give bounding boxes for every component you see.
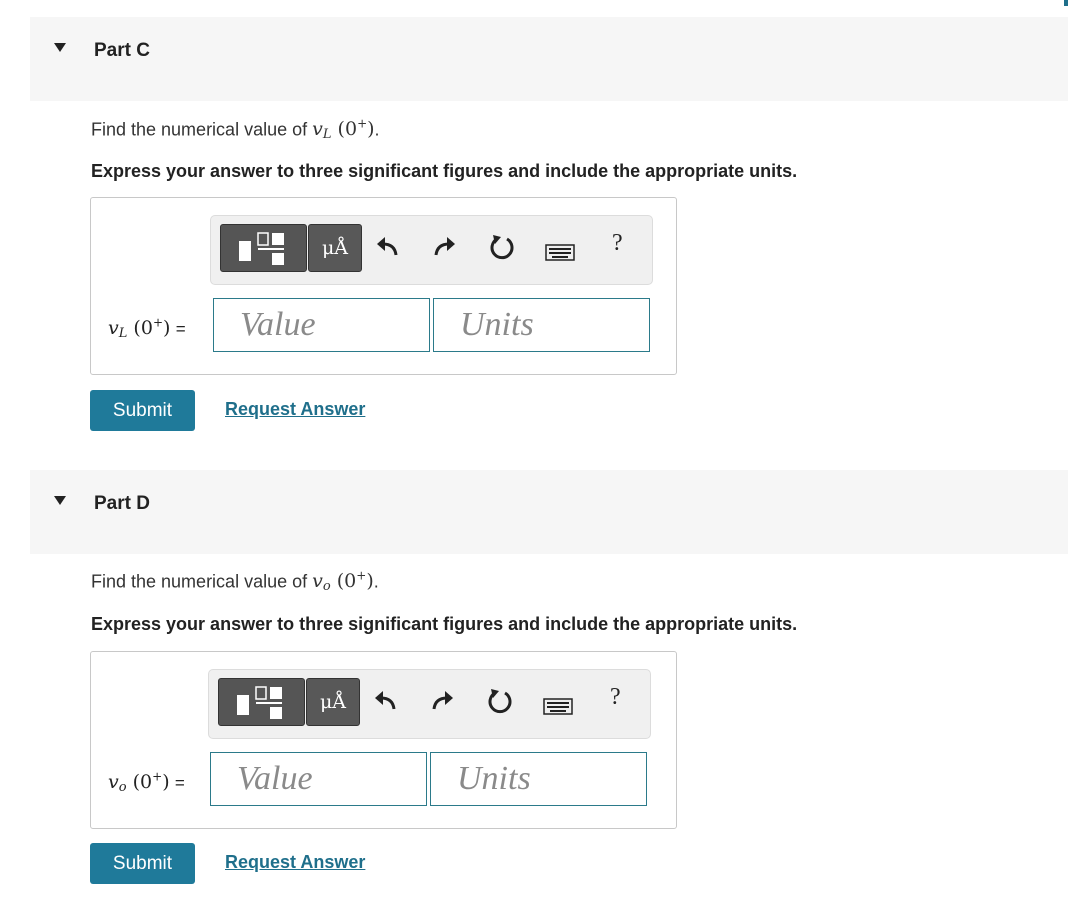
reset-icon[interactable] xyxy=(485,687,515,717)
redo-icon[interactable] xyxy=(429,233,459,263)
templates-button[interactable] xyxy=(218,678,305,726)
instruction-text: Express your answer to three significant… xyxy=(91,161,798,181)
collapse-toggle-icon[interactable] xyxy=(54,43,66,52)
question-text: Find the numerical value of vL (0+). xyxy=(91,117,380,143)
request-answer-link[interactable]: Request Answer xyxy=(225,852,365,873)
templates-icon xyxy=(239,232,284,265)
part-title: Part C xyxy=(94,40,150,61)
answer-label: vL (0+) = xyxy=(108,316,186,342)
units-button[interactable]: μÅ xyxy=(308,224,362,272)
undo-icon[interactable] xyxy=(373,233,403,263)
templates-icon xyxy=(237,686,282,719)
collapse-toggle-icon[interactable] xyxy=(54,496,66,505)
help-icon[interactable]: ? xyxy=(610,684,621,711)
submit-button[interactable]: Submit xyxy=(90,390,195,431)
reset-icon[interactable] xyxy=(487,233,517,263)
units-input[interactable] xyxy=(430,752,647,806)
redo-icon[interactable] xyxy=(427,687,457,717)
question-text: Find the numerical value of vo (0+). xyxy=(91,569,379,595)
instruction-text: Express your answer to three significant… xyxy=(91,614,798,634)
math-toolbar: μÅ ? xyxy=(210,215,653,285)
keyboard-icon[interactable] xyxy=(543,697,573,717)
keyboard-icon[interactable] xyxy=(545,243,575,263)
units-button[interactable]: μÅ xyxy=(306,678,360,726)
value-input[interactable] xyxy=(213,298,430,352)
submit-button[interactable]: Submit xyxy=(90,843,195,884)
value-input[interactable] xyxy=(210,752,427,806)
templates-button[interactable] xyxy=(220,224,307,272)
math-toolbar: μÅ ? xyxy=(208,669,651,739)
answer-box: μÅ ? vo (0+) = xyxy=(90,651,677,829)
part-d-header[interactable]: Part D xyxy=(30,470,1068,554)
request-answer-link[interactable]: Request Answer xyxy=(225,399,365,420)
answer-label: vo (0+) = xyxy=(108,770,185,796)
help-icon[interactable]: ? xyxy=(612,230,623,257)
answer-box: μÅ ? vL (0+) = xyxy=(90,197,677,375)
scroll-indicator xyxy=(1064,0,1068,6)
units-input[interactable] xyxy=(433,298,650,352)
undo-icon[interactable] xyxy=(371,687,401,717)
part-c-header[interactable]: Part C xyxy=(30,17,1068,101)
part-title: Part D xyxy=(94,493,150,514)
